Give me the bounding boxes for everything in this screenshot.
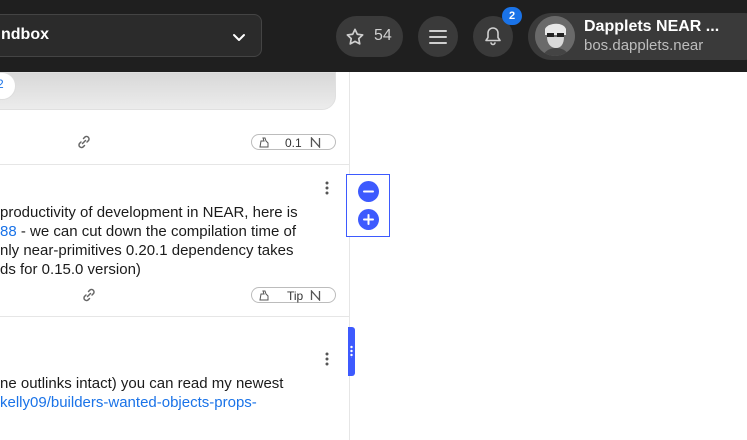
post-image [0, 72, 336, 110]
menu-button[interactable] [418, 16, 458, 57]
environment-label: ndbox [1, 26, 49, 43]
panel-drag-handle[interactable] [348, 327, 355, 376]
link-icon[interactable] [76, 134, 92, 150]
post-line: kelly09/builders-wanted-objects-props- [0, 393, 283, 412]
tip-button[interactable]: 0.1 [251, 134, 336, 150]
near-icon [310, 290, 321, 301]
star-count: 54 [374, 27, 392, 44]
zoom-in-button[interactable] [358, 209, 379, 230]
post-body: ne outlinks intact) you can read my newe… [0, 374, 283, 412]
post-divider [0, 164, 349, 165]
more-vertical-icon[interactable] [324, 180, 330, 196]
tip-hand-icon [259, 137, 269, 148]
avatar [535, 16, 575, 56]
zoom-out-button[interactable] [358, 181, 379, 202]
chevron-down-icon [233, 34, 245, 41]
tip-label: Tip [287, 289, 304, 303]
tip-hand-icon [259, 290, 269, 301]
star-icon [346, 28, 364, 45]
near-icon [310, 137, 321, 148]
notification-badge: 2 [502, 7, 522, 25]
top-navbar: ndbox 54 2 Dapplets NEAR ... bos.dapplet… [0, 0, 747, 72]
post-line: ne outlinks intact) you can read my newe… [0, 375, 284, 392]
zoom-controls [346, 174, 390, 237]
more-vertical-icon[interactable] [324, 351, 330, 367]
feed-column: 2 0.1 productivity of development in NEA… [0, 72, 350, 440]
star-button[interactable]: 54 [336, 16, 403, 57]
environment-dropdown[interactable]: ndbox [0, 14, 262, 57]
account-id: bos.dapplets.near [584, 37, 704, 54]
post-line: ds for 0.15.0 version) [0, 261, 141, 278]
link-icon[interactable] [81, 287, 97, 303]
post-line: productivity of development in NEAR, her… [0, 204, 298, 221]
post-line: nly near-primitives 0.20.1 dependency ta… [0, 242, 294, 259]
post-link[interactable]: 88 [0, 223, 17, 240]
post-divider [0, 316, 349, 317]
tip-amount: 0.1 [285, 136, 302, 150]
post-link[interactable]: kelly09/builders-wanted-objects-props- [0, 394, 257, 411]
bell-icon [485, 27, 501, 46]
account-name: Dapplets NEAR ... [584, 18, 720, 35]
post-body: productivity of development in NEAR, her… [0, 203, 298, 279]
plus-icon [363, 214, 374, 225]
minus-icon [363, 190, 374, 193]
tip-button[interactable]: Tip [251, 287, 336, 303]
hamburger-icon [429, 30, 447, 44]
post-line: 88 - we can cut down the compilation tim… [0, 223, 296, 240]
